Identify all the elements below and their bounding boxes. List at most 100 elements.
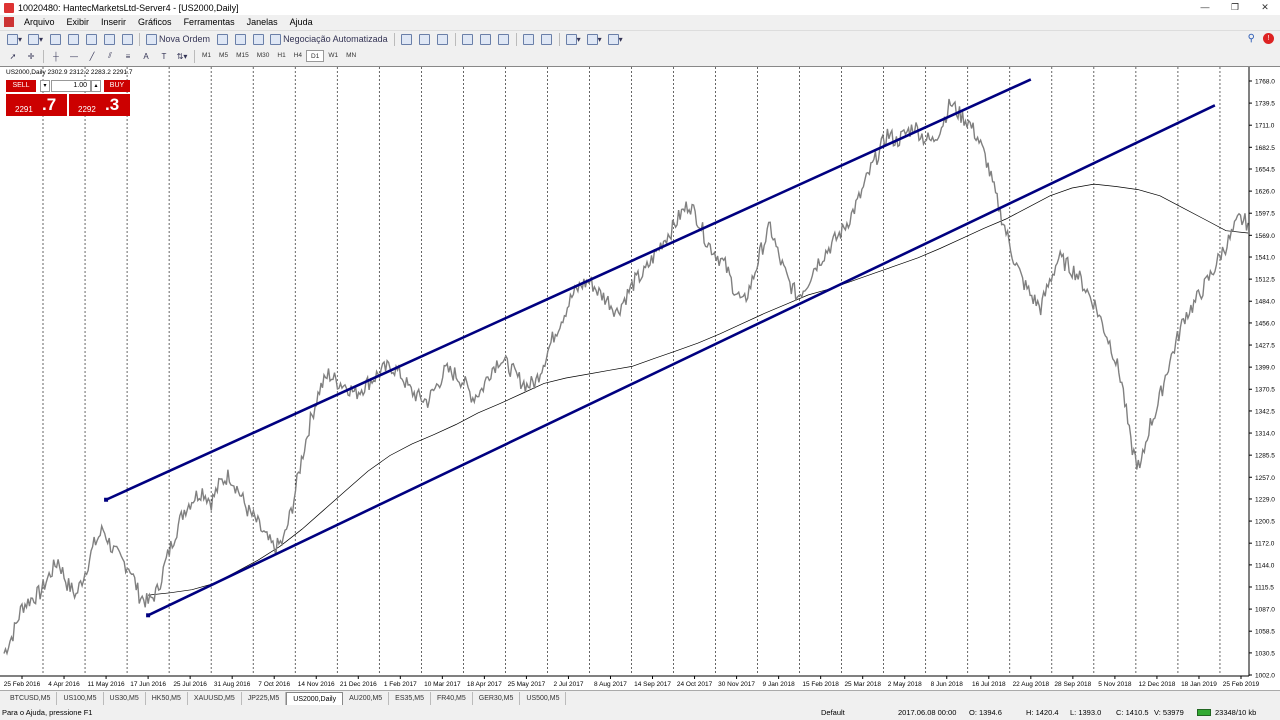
menu-janelas[interactable]: Janelas (241, 15, 284, 29)
restore-button[interactable]: ❐ (1220, 0, 1250, 15)
chart-tab[interactable]: US2000,Daily (286, 692, 344, 705)
text-button[interactable]: A (138, 49, 154, 63)
ask-price-pips: .3 (105, 95, 120, 114)
time-tick-label: 24 Oct 2017 (677, 681, 713, 688)
data-window-button[interactable] (65, 32, 81, 46)
close-button[interactable]: ✕ (1250, 0, 1280, 15)
market-watch-button[interactable] (47, 32, 63, 46)
chart-tab[interactable]: US30,M5 (104, 692, 146, 705)
search-icon[interactable]: ⚲ (1248, 33, 1255, 44)
channel-anchor[interactable] (104, 497, 109, 502)
separator (139, 32, 141, 46)
tile-windows-button[interactable] (496, 32, 512, 46)
auto-scroll-button[interactable] (521, 32, 537, 46)
window-title: 10020480: HantecMarketsLtd-Server4 - [US… (18, 2, 239, 13)
new-order-button[interactable]: Nova Ordem (144, 32, 212, 46)
cursor-button[interactable]: ➚ (5, 49, 21, 63)
chart-tab[interactable]: US500,M5 (520, 692, 567, 705)
channel-button[interactable]: ⫽ (102, 49, 118, 63)
new-chart-button[interactable]: ▾ (5, 32, 24, 46)
bid-price-button[interactable]: 2291 .7 (6, 94, 67, 116)
price-tick-label: 1399.0 (1255, 365, 1275, 372)
timeframe-mn[interactable]: MN (342, 50, 360, 62)
lot-increase-button[interactable]: ▴ (91, 80, 101, 92)
buy-button[interactable]: BUY (104, 80, 130, 92)
timeframe-m30[interactable]: M30 (253, 50, 274, 62)
zoom-in-button[interactable] (460, 32, 476, 46)
chart-tab[interactable]: US100,M5 (57, 692, 104, 705)
channel-icon: ⫽ (108, 51, 112, 60)
minimize-button[interactable]: — (1190, 0, 1220, 15)
timeframe-h1[interactable]: H1 (273, 50, 289, 62)
candlestick-button[interactable] (417, 32, 433, 46)
channel-anchor[interactable] (146, 613, 151, 618)
terminal-button[interactable] (101, 32, 117, 46)
price-tick-label: 1030.5 (1255, 650, 1275, 657)
vps-button[interactable] (250, 32, 266, 46)
zoom-out-button[interactable] (478, 32, 494, 46)
line-chart-button[interactable] (435, 32, 451, 46)
horizontal-line-button[interactable]: — (66, 49, 82, 63)
price-tick-label: 1200.5 (1255, 519, 1275, 526)
timeframe-w1[interactable]: W1 (324, 50, 342, 62)
chart-tab[interactable]: ES35,M5 (389, 692, 431, 705)
text-label-button[interactable]: T (156, 49, 172, 63)
timeframe-m1[interactable]: M1 (198, 50, 215, 62)
timeframe-d1[interactable]: D1 (306, 50, 325, 62)
chart-area[interactable]: 1768.0 1739.5 1711.0 1682.5 1654.5 1626.0 1597… (0, 66, 1280, 690)
price-chart[interactable]: 1768.0 1739.5 1711.0 1682.5 1654.5 1626.0 1597… (0, 67, 1280, 691)
zoom-out-icon (480, 33, 492, 45)
tester-button[interactable] (119, 32, 135, 46)
chart-tab[interactable]: XAUUSD,M5 (188, 692, 242, 705)
separator (43, 49, 44, 63)
status-high: H: 1420.4 (1026, 708, 1059, 717)
notification-icon[interactable]: ! (1263, 33, 1274, 44)
signals-icon (216, 33, 228, 45)
crosshair-icon (67, 33, 79, 45)
new-chart-icon (7, 33, 18, 45)
chart-tab[interactable]: BTCUSD,M5 (4, 692, 58, 705)
sell-button[interactable]: SELL (6, 80, 36, 92)
fibonacci-button[interactable]: ≡ (120, 49, 136, 63)
arrows-button[interactable]: ⇅▾ (174, 49, 190, 63)
chart-tab[interactable]: HK50,M5 (146, 692, 188, 705)
chart-tab[interactable]: AU200,M5 (343, 692, 390, 705)
time-tick-label: 16 Jul 2018 (972, 681, 1006, 688)
ask-price-button[interactable]: 2292 .3 (69, 94, 130, 116)
menu-exibir[interactable]: Exibir (61, 15, 96, 29)
timeframe-h4[interactable]: H4 (290, 50, 306, 62)
timeframe-m15[interactable]: M15 (232, 50, 253, 62)
channel-lower-line[interactable] (147, 104, 1216, 617)
chart-tab[interactable]: FR40,M5 (431, 692, 473, 705)
crosshair-button[interactable]: ✛ (23, 49, 39, 63)
periods-button[interactable]: ▾ (585, 32, 604, 46)
chart-tab[interactable]: GER30,M5 (473, 692, 521, 705)
templates-button[interactable]: ▾ (606, 32, 625, 46)
menu-arquivo[interactable]: Arquivo (18, 15, 61, 29)
trendline-button[interactable]: ╱ (84, 49, 100, 63)
time-tick-label: 2 May 2018 (888, 681, 922, 688)
time-tick-label: 15 Feb 2018 (802, 681, 839, 688)
separator (194, 49, 195, 63)
menu-ajuda[interactable]: Ajuda (284, 15, 319, 29)
bar-chart-button[interactable] (399, 32, 415, 46)
chart-tab[interactable]: JP225,M5 (242, 692, 287, 705)
chart-shift-button[interactable] (539, 32, 555, 46)
status-profile: Default (821, 708, 845, 717)
menu-inserir[interactable]: Inserir (95, 15, 132, 29)
chart-window-icon (4, 17, 14, 27)
menu-graficos[interactable]: Gráficos (132, 15, 178, 29)
navigator-button[interactable] (83, 32, 99, 46)
market-button[interactable] (232, 32, 248, 46)
channel-upper-line[interactable] (105, 78, 1032, 501)
lot-size-input[interactable]: 1.00 (51, 80, 91, 92)
profiles-button[interactable]: ▾ (26, 32, 45, 46)
vertical-line-button[interactable]: ┼ (48, 49, 64, 63)
timeframe-m5[interactable]: M5 (215, 50, 232, 62)
indicators-button[interactable]: ▾ (564, 32, 583, 46)
app-icon (4, 2, 14, 13)
lot-decrease-button[interactable]: ▾ (40, 80, 50, 92)
signals-button[interactable] (214, 32, 230, 46)
menu-ferramentas[interactable]: Ferramentas (178, 15, 241, 29)
auto-trading-button[interactable]: Negociação Automatizada (268, 32, 390, 46)
